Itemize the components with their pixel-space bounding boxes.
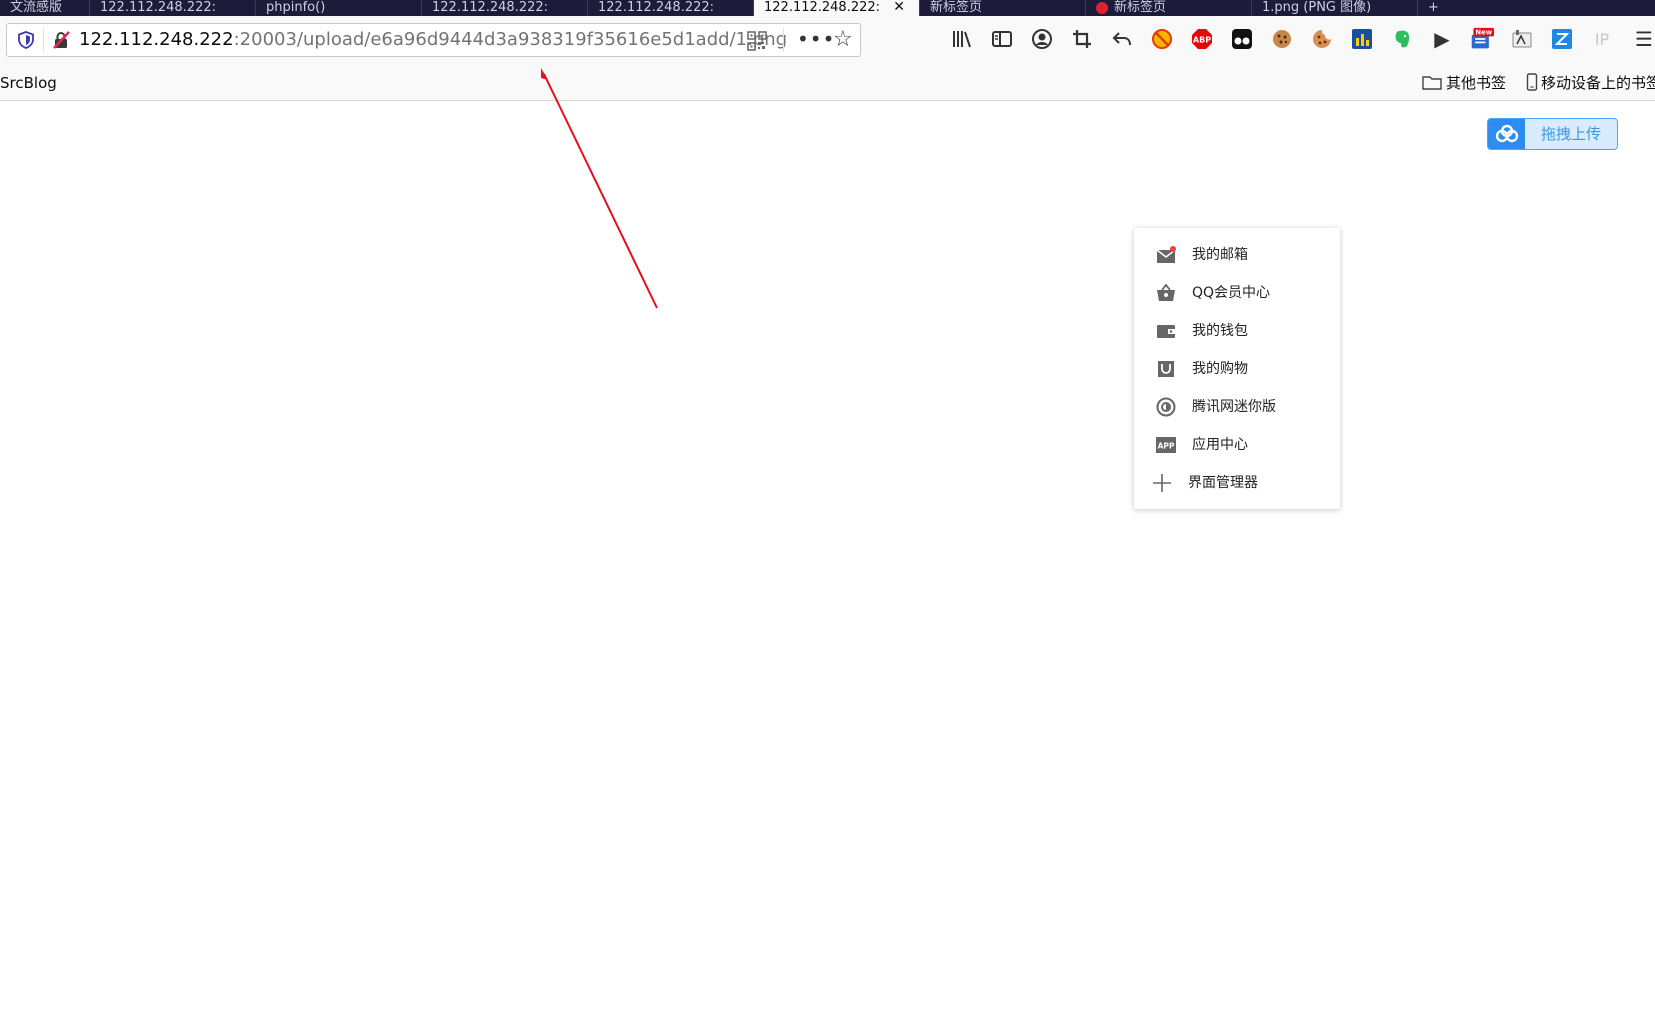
tencent-mini-icon [1156,397,1176,417]
divider [783,28,784,52]
tab[interactable]: 122.112.248.222: [90,0,256,16]
annotation-arrow [541,68,658,309]
menu-item-label: 腾讯网迷你版 [1192,399,1276,415]
tab-label: 122.112.248.222: [432,0,549,15]
tab[interactable]: 新标签页 [920,0,1086,16]
menu-item-tencent-mini[interactable]: 腾讯网迷你版 [1134,391,1340,423]
bookmark-star-icon[interactable]: ☆ [833,28,853,52]
vip-basket-icon [1156,283,1176,303]
bookmark-other-folder[interactable]: 其他书签 [1422,66,1506,100]
play-icon[interactable]: ▶ [1430,27,1454,51]
undo-icon[interactable] [1110,27,1134,51]
menu-item-label: 我的购物 [1192,361,1248,377]
menu-item-label: QQ会员中心 [1192,285,1271,301]
url-path: :20003/upload/e6a96d9444d3a938319f35616e… [233,29,788,50]
menu-item-shopping[interactable]: 我的购物 [1134,353,1340,385]
bookmark-srcblog[interactable]: SrcBlog [0,66,57,100]
tab-favicon-icon [1096,1,1108,14]
drag-upload-button[interactable]: 拖拽上传 [1487,118,1618,150]
tab[interactable]: 新标签页 [1086,0,1252,16]
app-icon: APP [1156,435,1176,455]
svg-text:APP: APP [1158,442,1175,451]
tab-label: 122.112.248.222: [764,0,881,15]
page-actions-more-icon[interactable]: ••• [797,26,835,52]
qq-user-menu: 我的邮箱 QQ会员中心 我的钱包 我的购物 腾讯网迷你版 APP 应用中心 界面… [1134,228,1340,509]
tab-label: 1.png (PNG 图像) [1262,0,1372,15]
wallet-icon [1156,321,1176,341]
tab-active[interactable]: 122.112.248.222: ✕ [754,0,920,16]
evernote-icon[interactable] [1390,27,1414,51]
bookmark-label: 移动设备上的书签 [1541,74,1655,92]
tab-label: 122.112.248.222: [598,0,715,15]
tab-strip: 文流感版 122.112.248.222: phpinfo() 122.112.… [0,0,1655,16]
folder-icon [1422,76,1442,90]
svg-text:ABP: ABP [1193,36,1211,45]
menu-item-mail[interactable]: 我的邮箱 [1134,239,1340,271]
menu-item-ui-manager[interactable]: 界面管理器 [1134,467,1340,499]
tab-label: 新标签页 [930,0,983,15]
menu-item-label: 应用中心 [1192,437,1248,453]
mail-icon [1156,245,1176,265]
library-icon[interactable] [950,27,974,51]
bookmark-label: 其他书签 [1446,74,1507,92]
tab-label: 122.112.248.222: [100,0,217,15]
url-text[interactable]: 122.112.248.222:20003/upload/e6a96d9444d… [79,24,787,56]
sidebar-icon[interactable] [990,27,1014,51]
tampermonkey-icon[interactable] [1230,27,1254,51]
address-bar[interactable]: 122.112.248.222:20003/upload/e6a96d9444d… [6,23,861,57]
tab[interactable]: 文流感版 [0,0,90,16]
menu-icon[interactable]: ☰ [1632,27,1655,51]
tab[interactable]: 122.112.248.222: [422,0,588,16]
shopping-bag-icon [1156,359,1176,379]
tab-label: 新标签页 [1114,0,1167,15]
adblock-plus-icon[interactable]: ABP [1190,27,1214,51]
menu-item-label: 我的邮箱 [1192,247,1248,263]
menu-item-label: 我的钱包 [1192,323,1248,339]
menu-item-app-center[interactable]: APP 应用中心 [1134,429,1340,461]
cloud-icon [1488,119,1525,149]
tab[interactable]: phpinfo() [256,0,422,16]
url-host: 122.112.248.222 [79,29,234,50]
divider [43,28,44,52]
menu-item-wallet[interactable]: 我的钱包 [1134,315,1340,347]
account-icon[interactable] [1030,27,1054,51]
bookmarks-toolbar: SrcBlog 其他书签 移动设备上的书签 [0,66,1655,101]
svg-text:New: New [1475,29,1492,37]
tab-close-icon[interactable]: ✕ [893,0,905,14]
chart-icon[interactable] [1350,27,1374,51]
new-tab-button[interactable]: + [1418,0,1458,16]
z-icon[interactable] [1550,27,1574,51]
tab[interactable]: 122.112.248.222: [588,0,754,16]
cookie-icon[interactable] [1270,27,1294,51]
cookie-editor-icon[interactable] [1310,27,1334,51]
upload-button-label: 拖拽上传 [1540,125,1601,143]
tab-label: 文流感版 [10,0,63,15]
translate-icon[interactable] [1510,27,1534,51]
qr-code-icon[interactable] [747,31,767,51]
mobile-device-icon [1526,73,1538,91]
ip-icon[interactable]: IP [1590,27,1614,51]
screenshot-crop-icon[interactable] [1070,27,1094,51]
bookmark-mobile-folder[interactable]: 移动设备上的书签 [1526,66,1655,100]
new-badge-icon[interactable]: New [1470,27,1494,51]
navigation-toolbar: 122.112.248.222:20003/upload/e6a96d9444d… [0,16,1655,66]
new-tab-icon: + [1428,0,1439,15]
tab-label: phpinfo() [266,0,326,15]
insecure-lock-icon[interactable] [51,30,71,50]
tab[interactable]: 1.png (PNG 图像) [1252,0,1418,16]
menu-item-label: 界面管理器 [1188,475,1258,491]
tracking-shield-icon[interactable] [17,31,35,49]
menu-item-qq-vip[interactable]: QQ会员中心 [1134,277,1340,309]
blocker-icon[interactable] [1150,27,1174,51]
plus-icon [1152,473,1172,493]
